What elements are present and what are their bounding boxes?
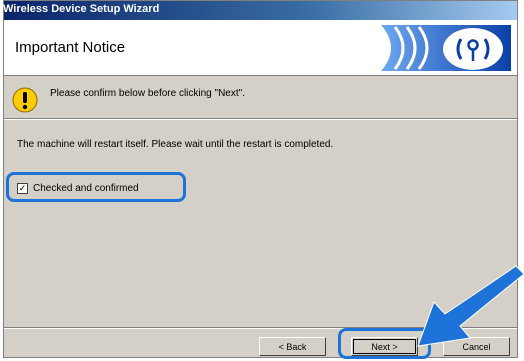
pointer-arrow-icon bbox=[417, 265, 524, 347]
page-title: Important Notice bbox=[15, 39, 126, 56]
wizard-header: Important Notice bbox=[4, 20, 517, 76]
divider bbox=[4, 118, 517, 120]
wireless-waves-logo-icon bbox=[381, 25, 511, 71]
window-title: Wireless Device Setup Wizard bbox=[3, 3, 160, 15]
notice-text: Please confirm below before clicking "Ne… bbox=[50, 88, 245, 99]
warning-exclamation-icon bbox=[12, 87, 38, 113]
back-button[interactable]: < Back bbox=[259, 337, 326, 356]
restart-message: The machine will restart itself. Please … bbox=[17, 139, 334, 150]
checkbox-highlight bbox=[6, 172, 186, 202]
title-bar[interactable]: Wireless Device Setup Wizard bbox=[3, 1, 517, 20]
